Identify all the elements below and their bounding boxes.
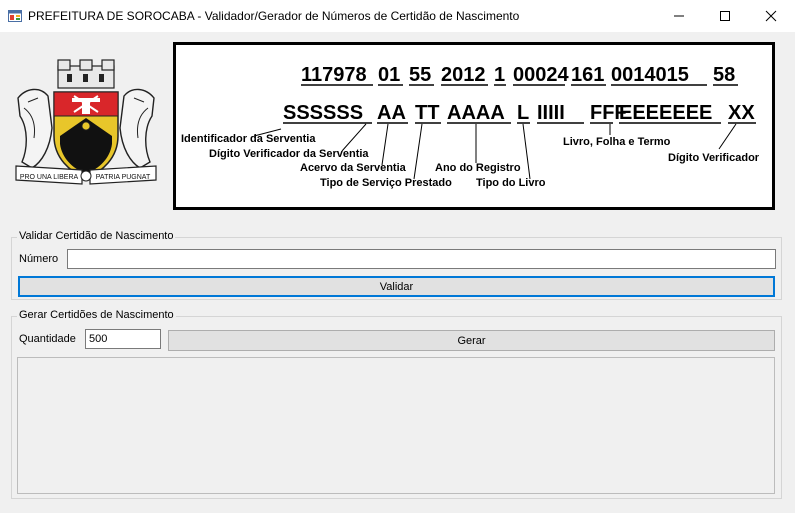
window-title: PREFEITURA DE SOROCABA - Validador/Gerad… [28,9,520,23]
example-part-acervo: 01 [378,64,400,86]
example-part-ano: 2012 [441,64,486,86]
crest-motto-right: PATRIA PUGNAT [96,174,151,181]
generate-group-legend: Gerar Certidões de Nascimento [17,309,176,321]
pattern-serventia: SSSSSS [283,102,363,124]
example-part-servico: 55 [409,64,431,86]
pattern-acervo: AA [377,102,406,124]
number-format-diagram: 117978 01 55 2012 1 00024 161 0014015 58… [173,42,775,210]
quantity-label: Quantidade [19,333,76,345]
example-part-termo: 0014015 [611,64,689,86]
label-tipo-servico: Tipo de Serviço Prestado [320,177,452,189]
pattern-termo: EEEEEEE [619,102,712,124]
pattern-tipo-livro: L [517,102,529,124]
generated-numbers-output[interactable] [17,357,775,494]
example-part-folha: 161 [571,64,604,86]
example-part-serventia: 117978 [301,64,367,86]
maximize-button[interactable] [702,0,748,32]
title-bar: PREFEITURA DE SOROCABA - Validador/Gerad… [0,0,795,32]
example-part-livro: 00024 [513,64,569,86]
label-tipo-livro: Tipo do Livro [476,177,546,189]
example-part-digito: 58 [713,64,735,86]
minimize-icon [674,15,684,17]
pattern-servico: TT [415,102,439,124]
label-digito-verificador: Dígito Verificador [668,152,760,164]
close-icon [765,10,777,22]
minimize-button[interactable] [656,0,702,32]
pattern-digito: XX [728,102,755,124]
label-digito-serventia: Dígito Verificador da Serventia [209,148,369,160]
quantity-input[interactable] [85,329,161,349]
label-acervo: Acervo da Serventia [300,162,407,174]
sorocaba-crest-logo: PRO UNA LIBERA PATRIA PUGNAT [15,59,157,185]
validate-button[interactable]: Validar [18,276,775,297]
validate-group-legend: Validar Certidão de Nascimento [17,230,176,242]
example-part-livro-tipo: 1 [494,64,505,86]
crest-motto-left: PRO UNA LIBERA [20,174,79,181]
label-serventia: Identificador da Serventia [181,133,316,145]
pattern-ano: AAAA [447,102,505,124]
generate-button[interactable]: Gerar [168,330,775,351]
label-ano: Ano do Registro [435,162,521,174]
number-input[interactable] [67,249,776,269]
number-label: Número [19,253,59,265]
maximize-icon [720,11,730,21]
app-window-icon [8,10,22,22]
pattern-livro: IIIII [537,102,565,124]
label-livro-folha-termo: Livro, Folha e Termo [563,136,671,148]
close-button[interactable] [748,0,794,32]
